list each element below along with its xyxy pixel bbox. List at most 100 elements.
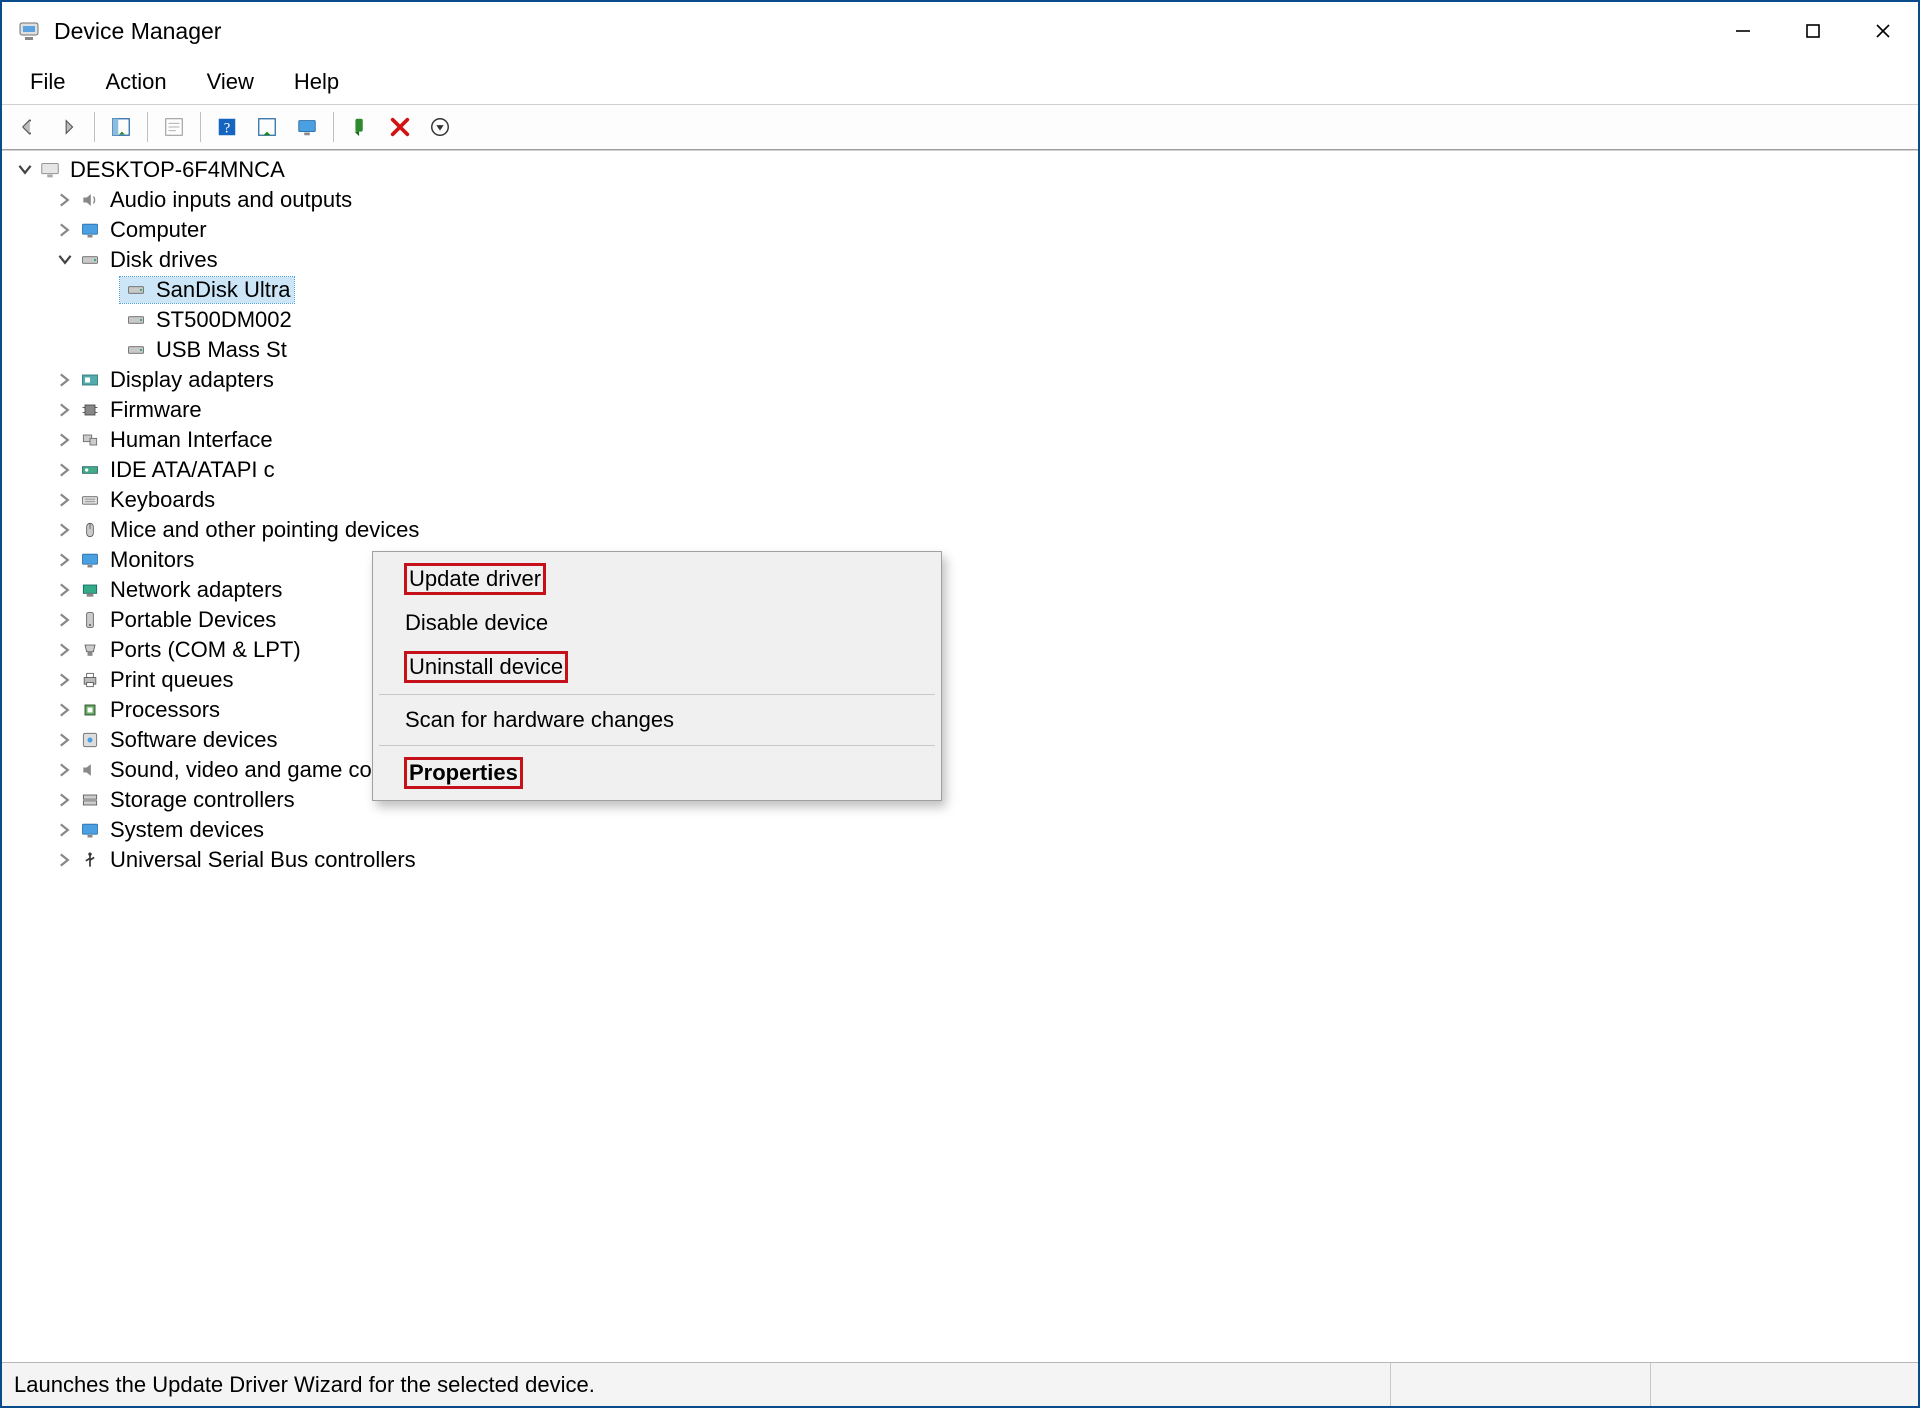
context-item-label: Disable device — [405, 610, 548, 635]
context-disable-device[interactable]: Disable device — [375, 602, 939, 644]
toolbar-enable-button[interactable] — [342, 109, 378, 145]
hid-icon — [78, 428, 102, 452]
speaker-icon — [78, 188, 102, 212]
ide-icon — [78, 458, 102, 482]
tree-usb-controllers[interactable]: Universal Serial Bus controllers — [8, 845, 1918, 875]
expander-icon[interactable] — [54, 579, 76, 601]
statusbar: Launches the Update Driver Wizard for th… — [2, 1362, 1918, 1406]
minimize-button[interactable] — [1708, 2, 1778, 60]
close-button[interactable] — [1848, 2, 1918, 60]
tree-network[interactable]: Network adapters — [8, 575, 1918, 605]
tree-label: Monitors — [110, 547, 194, 573]
tree-sound[interactable]: Sound, video and game controllers — [8, 755, 1918, 785]
expander-icon[interactable] — [54, 189, 76, 211]
tree-label: System devices — [110, 817, 264, 843]
expander-icon[interactable] — [54, 669, 76, 691]
tree-audio[interactable]: Audio inputs and outputs — [8, 185, 1918, 215]
tree-ports[interactable]: Ports (COM & LPT) — [8, 635, 1918, 665]
tree-label: Firmware — [110, 397, 202, 423]
menu-action[interactable]: Action — [87, 65, 184, 99]
expander-icon[interactable] — [54, 519, 76, 541]
menu-file[interactable]: File — [12, 65, 83, 99]
portable-icon — [78, 608, 102, 632]
context-menu: Update driver Disable device Uninstall d… — [372, 551, 942, 801]
expander-icon[interactable] — [54, 249, 76, 271]
titlebar: Device Manager — [2, 2, 1918, 60]
display-adapter-icon — [78, 368, 102, 392]
toolbar-back-button[interactable] — [10, 109, 46, 145]
disk-icon — [124, 338, 148, 362]
tree-disk-drives[interactable]: Disk drives — [8, 245, 1918, 275]
context-scan-hardware[interactable]: Scan for hardware changes — [375, 699, 939, 741]
context-item-label: Properties — [409, 760, 518, 785]
context-update-driver[interactable]: Update driver — [375, 556, 939, 602]
tree-print-queues[interactable]: Print queues — [8, 665, 1918, 695]
expander-icon[interactable] — [54, 609, 76, 631]
expander-icon[interactable] — [54, 759, 76, 781]
tree-firmware[interactable]: Firmware — [8, 395, 1918, 425]
expander-icon[interactable] — [14, 159, 36, 181]
tree-portable[interactable]: Portable Devices — [8, 605, 1918, 635]
maximize-button[interactable] — [1778, 2, 1848, 60]
tree-display-adapters[interactable]: Display adapters — [8, 365, 1918, 395]
tree-disk-st500[interactable]: ST500DM002 — [8, 305, 1918, 335]
tree-label: Audio inputs and outputs — [110, 187, 352, 213]
expander-icon[interactable] — [54, 429, 76, 451]
tree-software-devices[interactable]: Software devices — [8, 725, 1918, 755]
cpu-icon — [78, 698, 102, 722]
device-manager-window: Device Manager File Action View Help — [0, 0, 1920, 1408]
expander-icon[interactable] — [54, 459, 76, 481]
speaker-icon — [78, 758, 102, 782]
expander-icon[interactable] — [54, 639, 76, 661]
expander-icon[interactable] — [54, 219, 76, 241]
toolbar-monitor-button[interactable] — [289, 109, 325, 145]
tree-system-devices[interactable]: System devices — [8, 815, 1918, 845]
expander-icon[interactable] — [54, 819, 76, 841]
toolbar-more-button[interactable] — [422, 109, 458, 145]
expander-icon[interactable] — [54, 729, 76, 751]
context-item-label: Uninstall device — [409, 654, 563, 679]
monitor-icon — [78, 218, 102, 242]
expander-icon[interactable] — [54, 549, 76, 571]
tree-hid[interactable]: Human Interface — [8, 425, 1918, 455]
toolbar-help-button[interactable]: ? — [209, 109, 245, 145]
toolbar-scan-button[interactable] — [249, 109, 285, 145]
toolbar-uninstall-button[interactable] — [382, 109, 418, 145]
keyboard-icon — [78, 488, 102, 512]
expander-icon[interactable] — [54, 699, 76, 721]
device-tree[interactable]: DESKTOP-6F4MNCA Audio inputs and outputs… — [2, 150, 1918, 1362]
tree-mice[interactable]: Mice and other pointing devices — [8, 515, 1918, 545]
toolbar-separator — [333, 112, 334, 142]
context-item-label: Scan for hardware changes — [405, 707, 674, 732]
tree-label: Portable Devices — [110, 607, 276, 633]
tree-computer[interactable]: Computer — [8, 215, 1918, 245]
toolbar-forward-button[interactable] — [50, 109, 86, 145]
toolbar-properties-button[interactable] — [156, 109, 192, 145]
menu-help[interactable]: Help — [276, 65, 357, 99]
tree-keyboards[interactable]: Keyboards — [8, 485, 1918, 515]
expander-icon[interactable] — [54, 489, 76, 511]
tree-root[interactable]: DESKTOP-6F4MNCA — [8, 155, 1918, 185]
disk-icon — [124, 278, 148, 302]
tree-processors[interactable]: Processors — [8, 695, 1918, 725]
toolbar-show-panel-button[interactable] — [103, 109, 139, 145]
tree-monitors[interactable]: Monitors — [8, 545, 1918, 575]
system-icon — [78, 818, 102, 842]
context-properties[interactable]: Properties — [375, 750, 939, 796]
menu-view[interactable]: View — [189, 65, 272, 99]
computer-root-icon — [38, 158, 62, 182]
expander-icon[interactable] — [54, 789, 76, 811]
tree-label: Universal Serial Bus controllers — [110, 847, 416, 873]
tree-storage-controllers[interactable]: Storage controllers — [8, 785, 1918, 815]
tree-disk-usbmass[interactable]: USB Mass St — [8, 335, 1918, 365]
expander-icon[interactable] — [54, 849, 76, 871]
tree-label: IDE ATA/ATAPI c — [110, 457, 275, 483]
expander-icon[interactable] — [54, 399, 76, 421]
tree-label: Software devices — [110, 727, 278, 753]
expander-icon[interactable] — [54, 369, 76, 391]
status-cell-3 — [1650, 1363, 1910, 1406]
tree-disk-sandisk[interactable]: SanDisk Ultra — [8, 275, 1918, 305]
context-uninstall-device[interactable]: Uninstall device — [375, 644, 939, 690]
tree-label: Computer — [110, 217, 207, 243]
tree-ide[interactable]: IDE ATA/ATAPI c — [8, 455, 1918, 485]
